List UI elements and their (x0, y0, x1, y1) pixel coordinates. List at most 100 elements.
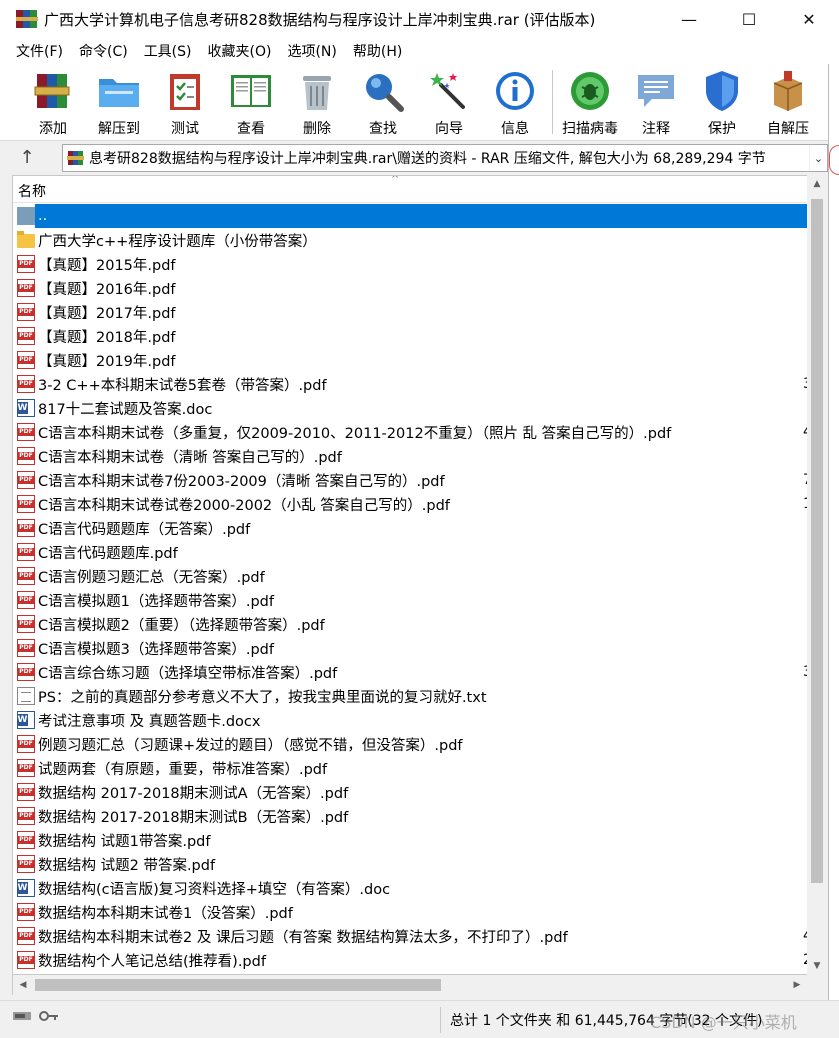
delete-label: 删除 (303, 121, 331, 137)
list-item[interactable]: 数据结构 试题1带答案.pdf (13, 828, 808, 852)
wizard-button[interactable]: 向导 (416, 64, 482, 138)
test-button[interactable]: 测试 (152, 64, 218, 138)
key-icon[interactable] (38, 1009, 60, 1023)
info-button[interactable]: 信息 (482, 64, 548, 138)
column-header-name[interactable]: 名称 (18, 181, 46, 201)
extract-to-label: 解压到 (98, 121, 140, 137)
pdf-file-icon (17, 759, 35, 777)
list-item[interactable]: C语言本科期末试卷（清晰 答案自己写的）.pdf (13, 444, 808, 468)
list-item[interactable]: 数据结构本科期末试卷2 及 课后习题（有答案 数据结构算法太多，不打印了）.pd… (13, 924, 812, 948)
file-name: C语言代码题题库.pdf (38, 545, 178, 562)
list-item[interactable]: 数据结构 2017-2018期末测试B（无答案）.pdf (13, 804, 808, 828)
file-name: 3-2 C++本科期末试卷5套卷（带答案）.pdf (38, 377, 327, 394)
file-name: PS：之前的真题部分参考意义不大了，按我宝典里面说的复习就好.txt (38, 689, 487, 706)
list-item[interactable]: C语言模拟题1（选择题带答案）.pdf (13, 588, 808, 612)
winrar-app-icon[interactable] (16, 8, 38, 30)
file-rows: .. 广西大学c++程序设计题库（小份带答案） 【真题】2015年.pdf 【真题】2… (13, 204, 812, 972)
menu-favorites[interactable]: 收藏夹(O) (200, 41, 280, 61)
list-item[interactable]: 广西大学c++程序设计题库（小份带答案） (13, 228, 808, 252)
view-button[interactable]: 查看 (218, 64, 284, 138)
list-item[interactable]: 【真题】2017年.pdf (13, 300, 808, 324)
pdf-file-icon (17, 783, 35, 801)
parent-folder-icon (17, 207, 35, 225)
list-item[interactable]: 【真题】2018年.pdf (13, 324, 808, 348)
file-name: C语言例题习题汇总（无答案）.pdf (38, 569, 265, 586)
list-item[interactable]: 试题两套（有原题，重要，带标准答案）.pdf (13, 756, 808, 780)
list-item[interactable]: 数据结构 2017-2018期末测试A（无答案）.pdf (13, 780, 808, 804)
up-level-button[interactable]: ↑ (0, 142, 54, 174)
list-item[interactable]: 【真题】2016年.pdf (13, 276, 808, 300)
list-item[interactable]: C语言本科期末试卷试卷2000-2002（小乱 答案自己写的）.pdf1 (13, 492, 812, 516)
pdf-file-icon (17, 855, 35, 873)
list-item[interactable]: C语言代码题题库（无答案）.pdf (13, 516, 808, 540)
list-item[interactable]: PS：之前的真题部分参考意义不大了，按我宝典里面说的复习就好.txt (13, 684, 808, 708)
wizard-wand-icon (427, 69, 471, 113)
pdf-file-icon (17, 663, 35, 681)
list-item[interactable]: C语言例题习题汇总（无答案）.pdf (13, 564, 808, 588)
list-item[interactable]: 数据结构 试题2 带答案.pdf (13, 852, 808, 876)
close-button[interactable]: ✕ (779, 0, 839, 38)
scroll-right-arrow-icon[interactable]: ▶ (787, 975, 807, 995)
list-item[interactable]: C语言模拟题3（选择题带答案）.pdf (13, 636, 808, 660)
word-file-icon (17, 879, 35, 897)
path-dropdown-button[interactable]: ⌄ (809, 145, 827, 171)
find-button[interactable]: 查找 (350, 64, 416, 138)
status-divider (440, 1007, 441, 1033)
minimize-button[interactable]: — (659, 0, 719, 38)
file-name: 【真题】2015年.pdf (38, 257, 176, 274)
list-item[interactable]: C语言代码题题库.pdf (13, 540, 808, 564)
path-field[interactable]: 息考研828数据结构与程序设计上岸冲刺宝典.rar\赠送的资料 - RAR 压缩… (62, 144, 828, 172)
maximize-button[interactable]: ☐ (719, 0, 779, 38)
delete-button[interactable]: 删除 (284, 64, 350, 138)
word-file-icon (17, 711, 35, 729)
vertical-scrollbar[interactable]: ▲ ▼ (807, 175, 827, 975)
list-item[interactable]: 数据结构(c语言版)复习资料选择+填空（有答案）.doc (13, 876, 808, 900)
menu-file[interactable]: 文件(F) (8, 41, 71, 61)
file-name: 考试注意事项 及 真题答题卡.docx (38, 713, 261, 730)
file-name: C语言模拟题1（选择题带答案）.pdf (38, 593, 274, 610)
horizontal-scroll-thumb[interactable] (35, 979, 441, 991)
list-item[interactable]: 817十二套试题及答案.doc (13, 396, 808, 420)
list-item-parent-dir[interactable]: .. (17, 204, 808, 228)
sfx-button[interactable]: 自解压 (755, 64, 821, 138)
menu-help[interactable]: 帮助(H) (345, 41, 410, 61)
file-name: C语言模拟题3（选择题带答案）.pdf (38, 641, 274, 658)
menu-tools[interactable]: 工具(S) (136, 41, 200, 61)
list-item[interactable]: C语言本科期末试卷（多重复，仅2009-2010、2011-2012不重复）（照… (13, 420, 812, 444)
window-title: 广西大学计算机电子信息考研828数据结构与程序设计上岸冲刺宝典.rar (评估版… (44, 10, 596, 29)
toolbar-separator (552, 70, 553, 134)
add-button[interactable]: 添加 (20, 64, 86, 138)
list-item[interactable]: C语言综合练习题（选择填空带标准答案）.pdf3 (13, 660, 812, 684)
menu-commands[interactable]: 命令(C) (71, 41, 136, 61)
comment-button[interactable]: 注释 (623, 64, 689, 138)
list-item[interactable]: 【真题】2019年.pdf (13, 348, 808, 372)
list-item[interactable]: C语言本科期末试卷7份2003-2009（清晰 答案自己写的）.pdf7 (13, 468, 812, 492)
pdf-file-icon (17, 375, 35, 393)
virus-scan-button[interactable]: 扫描病毒 (557, 64, 623, 138)
list-item[interactable]: 3-2 C++本科期末试卷5套卷（带答案）.pdf3 (13, 372, 812, 396)
delete-trash-icon (295, 69, 339, 113)
list-item[interactable]: 数据结构个人笔记总结(推荐看).pdf2 (13, 948, 812, 972)
file-list[interactable]: 名称 ^ .. 广西大学c++程序设计题库（小份带答案） 【真题】2015年.pdf… (12, 175, 827, 975)
pdf-file-icon (17, 495, 35, 513)
protect-button[interactable]: 保护 (689, 64, 755, 138)
horizontal-scrollbar[interactable]: ◀ ▶ (12, 975, 807, 995)
list-item[interactable]: 例题习题汇总（习题课+发过的题目）（感觉不错，但没答案）.pdf (13, 732, 808, 756)
scroll-up-arrow-icon[interactable]: ▲ (807, 175, 827, 193)
list-item[interactable]: 【真题】2015年.pdf (13, 252, 808, 276)
scroll-down-arrow-icon[interactable]: ▼ (807, 957, 827, 975)
menu-options[interactable]: 选项(N) (279, 41, 344, 61)
menu-bar: 文件(F) 命令(C) 工具(S) 收藏夹(O) 选项(N) 帮助(H) (0, 38, 839, 64)
extract-to-button[interactable]: 解压到 (86, 64, 152, 138)
info-icon (493, 69, 537, 113)
list-item[interactable]: 数据结构本科期末试卷1（没答案）.pdf (13, 900, 808, 924)
list-item[interactable]: C语言模拟题2（重要）（选择题带答案）.pdf (13, 612, 808, 636)
test-clipboard-icon (163, 69, 207, 113)
vertical-scroll-thumb[interactable] (811, 199, 823, 883)
comment-icon (634, 69, 678, 113)
scroll-left-arrow-icon[interactable]: ◀ (13, 975, 33, 995)
status-bar: 总计 1 个文件夹 和 61,445,764 字节(32 个文件) CSDN @… (0, 1000, 839, 1038)
pdf-file-icon (17, 591, 35, 609)
sfx-box-icon (766, 69, 810, 113)
list-item[interactable]: 考试注意事项 及 真题答题卡.docx (13, 708, 808, 732)
